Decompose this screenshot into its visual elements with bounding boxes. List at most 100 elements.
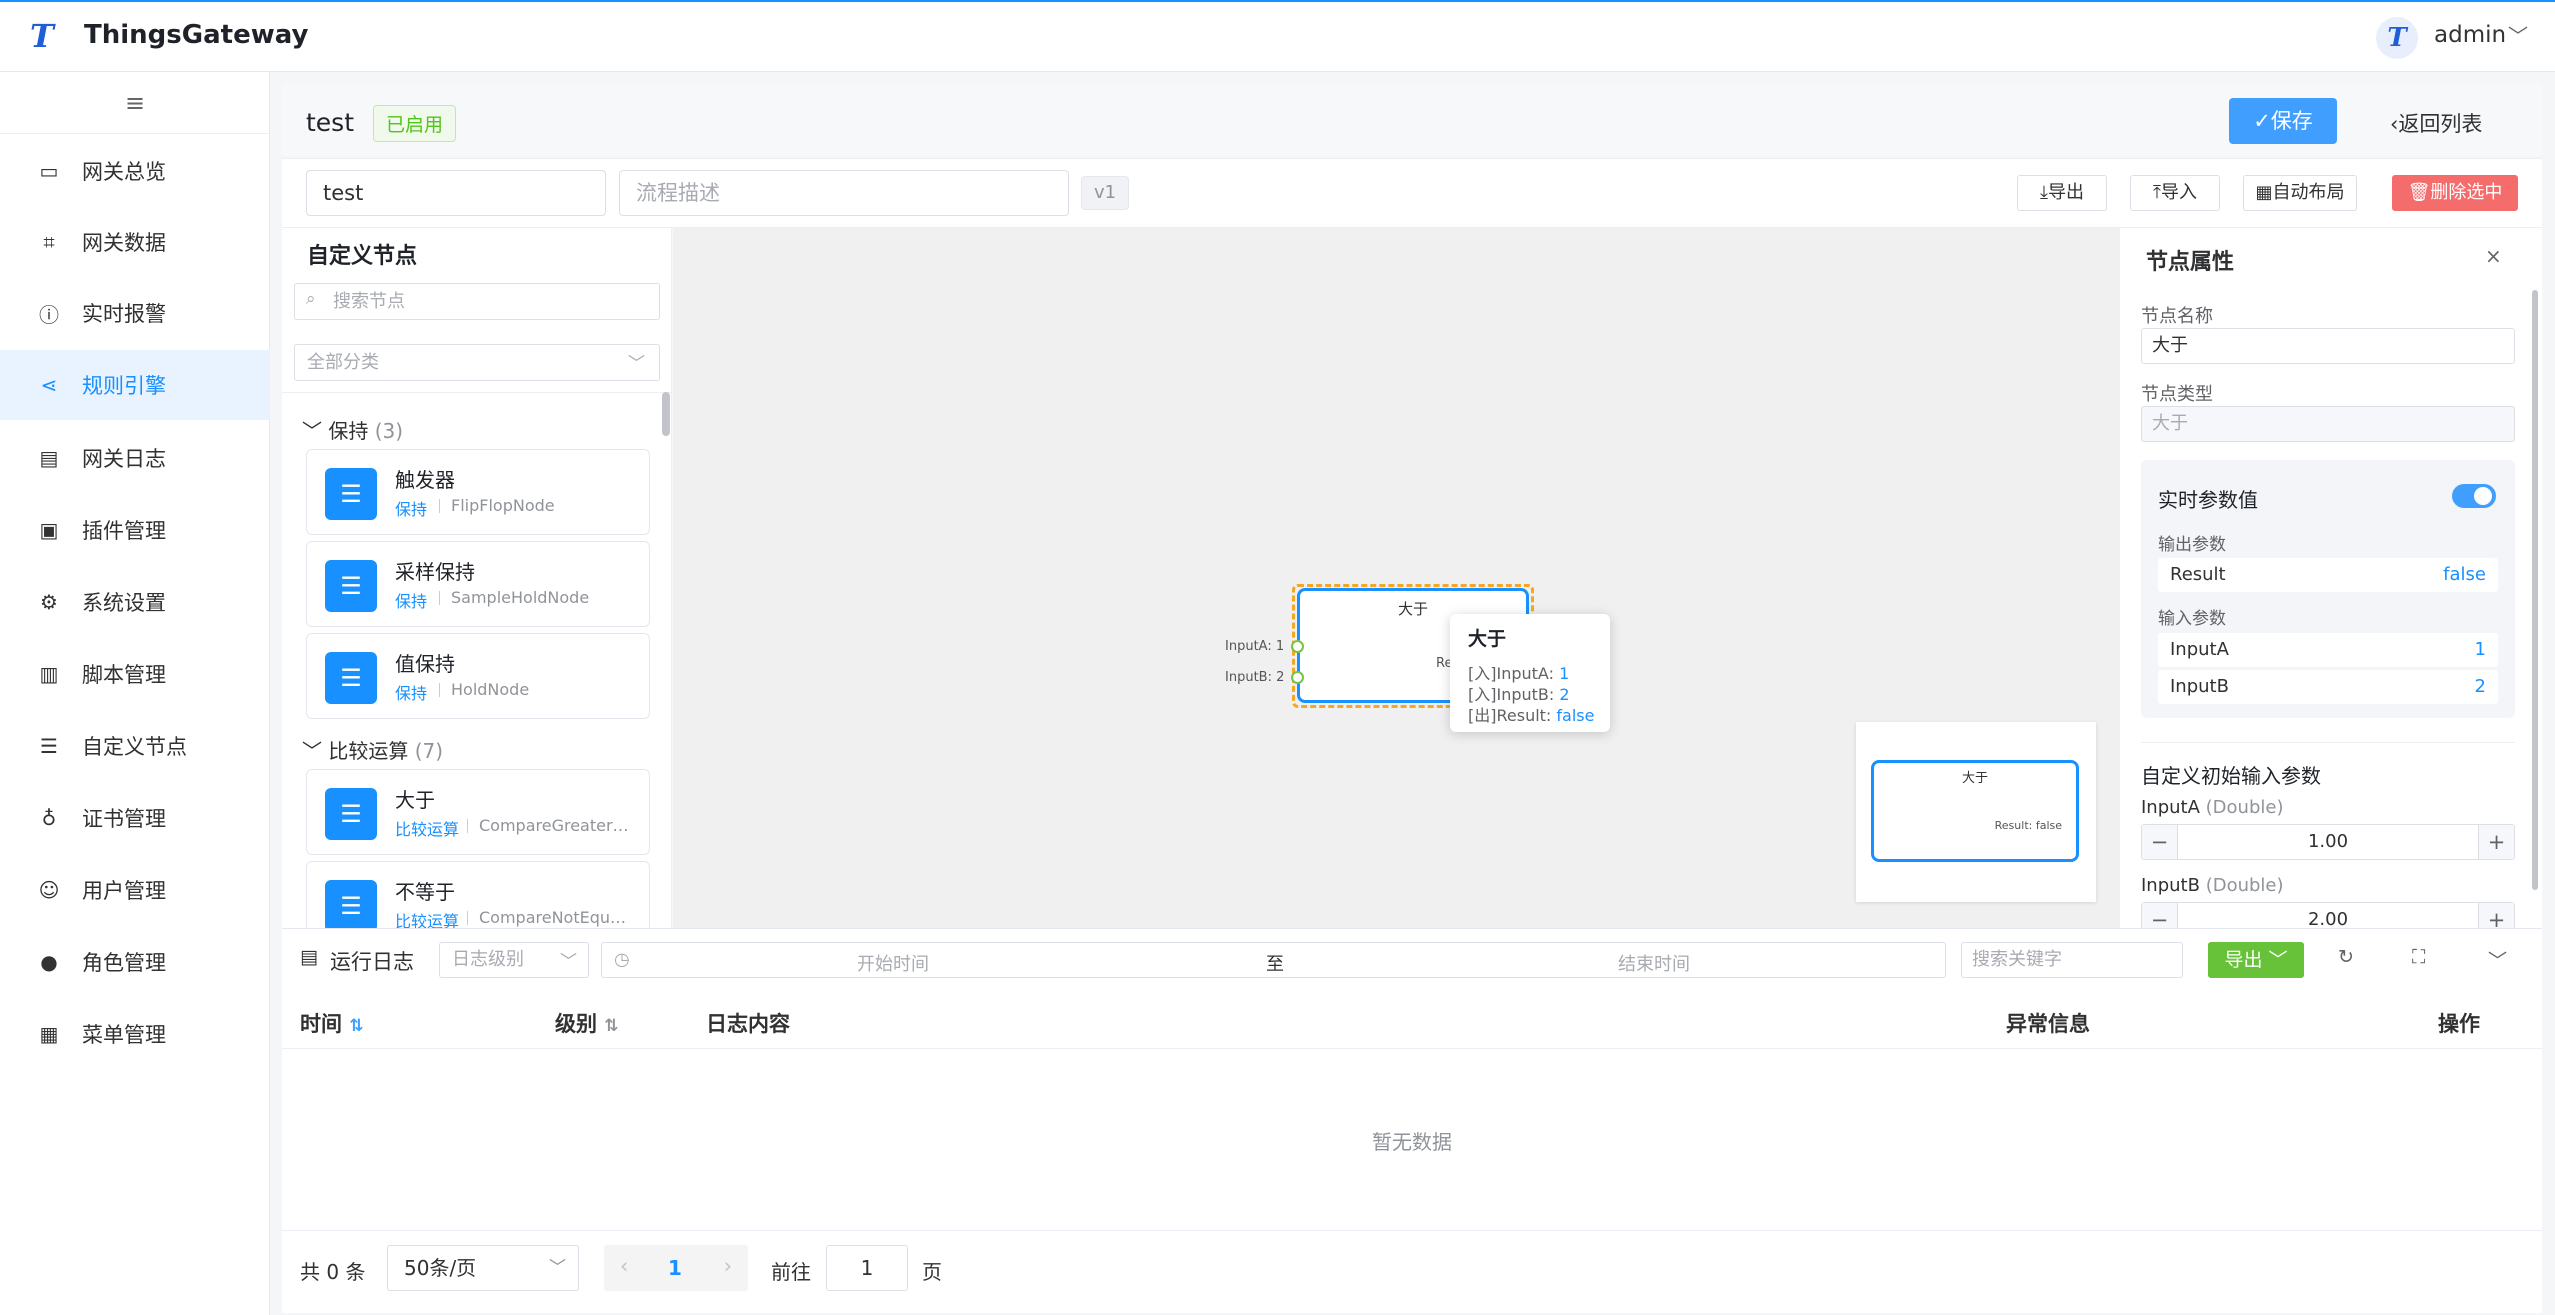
- divider: [439, 683, 440, 697]
- start-time-input[interactable]: 开始时间: [857, 950, 929, 976]
- pager-goto-label: 前往: [771, 1260, 811, 1284]
- inputa-stepper[interactable]: −1.00 +: [2141, 824, 2515, 860]
- input-port-b[interactable]: [1291, 671, 1304, 684]
- document-icon: ▤: [39, 446, 59, 470]
- close-icon[interactable]: ×: [2485, 244, 2502, 268]
- sidebar-item-overview[interactable]: ▭ 网关总览: [0, 136, 270, 206]
- alert-icon: ⓘ: [39, 302, 59, 327]
- scrollbar[interactable]: [662, 392, 670, 436]
- back-to-list-button[interactable]: ‹返回列表: [2390, 108, 2482, 138]
- import-flow-button[interactable]: ⤒导入: [2130, 175, 2220, 211]
- minus-icon[interactable]: −: [2142, 903, 2178, 928]
- sidebar-item-rules[interactable]: ⋖ 规则引擎: [0, 350, 270, 420]
- sidebar-item-label: 网关总览: [82, 160, 166, 184]
- sidebar-item-scripts[interactable]: ▥ 脚本管理: [0, 639, 270, 709]
- user-name[interactable]: admin: [2434, 22, 2506, 48]
- minimap-node-result: Result: false: [1994, 819, 2062, 832]
- sidebar-item-certs[interactable]: ♁ 证书管理: [0, 783, 270, 853]
- sidebar-item-settings[interactable]: ⚙ 系统设置: [0, 567, 270, 637]
- pager-page-suffix: 页: [922, 1260, 942, 1284]
- range-separator: 至: [1266, 954, 1284, 975]
- node-category: 保持: [395, 500, 428, 519]
- pager-current-page[interactable]: 1: [668, 1256, 682, 1280]
- param-name: InputA: [2141, 797, 2200, 818]
- gear-icon: ⚙: [40, 590, 58, 614]
- node-search-input[interactable]: 搜索节点: [294, 283, 660, 320]
- fullscreen-icon[interactable]: ⛶: [2412, 946, 2425, 968]
- minimap[interactable]: 大于 Result: false: [1856, 722, 2096, 902]
- group-name: 保持: [328, 419, 369, 443]
- chevron-down-icon: ﹀: [549, 1258, 566, 1278]
- page-title: test: [306, 108, 355, 137]
- sidebar-item-roles[interactable]: ● 角色管理: [0, 927, 270, 997]
- save-button[interactable]: ✓保存: [2229, 98, 2337, 144]
- column-header-level[interactable]: 级别 ⇅: [555, 1008, 619, 1038]
- node-name-input[interactable]: 大于: [2141, 328, 2515, 364]
- end-time-input[interactable]: 结束时间: [1618, 950, 1690, 976]
- node-card-hold[interactable]: ☰ 值保持 保持 HoldNode: [306, 633, 650, 719]
- sidebar-item-logs[interactable]: ▤ 网关日志: [0, 423, 270, 493]
- sliders-icon: ☰: [40, 734, 58, 758]
- date-range-picker[interactable]: ◷ 开始时间 至 结束时间: [601, 942, 1946, 978]
- sidebar-item-label: 规则引擎: [82, 374, 166, 398]
- stepper-value[interactable]: 1.00: [2178, 825, 2478, 859]
- plus-icon[interactable]: +: [2478, 825, 2514, 859]
- flow-name-input[interactable]: test: [306, 170, 606, 216]
- sliders-icon: ☰: [325, 788, 377, 840]
- chevron-right-icon[interactable]: ›: [724, 1254, 732, 1278]
- sidebar-item-users[interactable]: ☺ 用户管理: [0, 855, 270, 925]
- node-card-greater[interactable]: ☰ 大于 比较运算 CompareGreater…: [306, 769, 650, 855]
- stepper-value[interactable]: 2.00: [2178, 903, 2478, 928]
- avatar[interactable]: T: [2376, 17, 2418, 59]
- sidebar-item-menus[interactable]: ▦ 菜单管理: [0, 999, 270, 1069]
- node-card-notequal[interactable]: ☰ 不等于 比较运算 CompareNotEqu…: [306, 861, 650, 928]
- sidebar-item-data[interactable]: ⌗ 网关数据: [0, 207, 270, 277]
- chevron-down-icon[interactable]: ﹀: [2488, 946, 2507, 973]
- pager-goto-input[interactable]: 1: [826, 1245, 908, 1291]
- chevron-down-icon[interactable]: ﹀: [2508, 20, 2528, 49]
- export-flow-button[interactable]: ⤓导出: [2017, 175, 2107, 211]
- column-header-time[interactable]: 时间 ⇅: [300, 1008, 364, 1038]
- output-params-label: 输出参数: [2158, 535, 2226, 555]
- log-keyword-input[interactable]: 搜索关键字: [1961, 942, 2183, 978]
- menu-collapse-icon[interactable]: ≡: [0, 72, 270, 134]
- flow-description-input[interactable]: 流程描述: [619, 170, 1069, 216]
- export-log-button[interactable]: 导出 ﹀: [2208, 942, 2304, 978]
- sidebar-item-alarm[interactable]: ⓘ 实时报警: [0, 278, 270, 348]
- node-card-flipflop[interactable]: ☰ 触发器 保持 FlipFlopNode: [306, 449, 650, 535]
- node-class: SampleHoldNode: [451, 588, 590, 607]
- page-size-select[interactable]: 50条/页 ﹀: [387, 1245, 579, 1291]
- sidebar-item-custom-nodes[interactable]: ☰ 自定义节点: [0, 711, 270, 781]
- chevron-left-icon[interactable]: ‹: [620, 1254, 628, 1278]
- sidebar-item-label: 脚本管理: [82, 663, 166, 687]
- sliders-icon: ☰: [325, 468, 377, 520]
- inputb-stepper[interactable]: −2.00 +: [2141, 902, 2515, 928]
- group-count: (7): [414, 739, 444, 763]
- version-badge: v1: [1081, 176, 1129, 210]
- scrollbar[interactable]: [2532, 290, 2538, 890]
- delete-selected-button[interactable]: 🗑删除选中: [2392, 175, 2518, 211]
- param-key: Result: [2170, 564, 2226, 585]
- group-header-hold[interactable]: ﹀ 保持 (3): [302, 415, 403, 444]
- group-header-compare[interactable]: ﹀ 比较运算 (7): [302, 735, 443, 764]
- sort-icon[interactable]: ⇅: [604, 1016, 618, 1036]
- node-library-title: 自定义节点: [307, 244, 418, 269]
- search-icon: ⌕: [306, 289, 316, 309]
- download-icon: ⤓: [2040, 182, 2048, 203]
- sidebar-item-plugins[interactable]: ▣ 插件管理: [0, 495, 270, 565]
- sidebar-item-label: 菜单管理: [82, 1023, 166, 1047]
- param-key: InputA: [2170, 639, 2229, 660]
- monitor-icon: ▭: [39, 159, 59, 183]
- minus-icon[interactable]: −: [2142, 825, 2178, 859]
- sort-icon[interactable]: ⇅: [349, 1016, 363, 1036]
- divider: [467, 819, 468, 833]
- input-port-a[interactable]: [1291, 640, 1304, 653]
- column-label: 级别: [555, 1012, 597, 1036]
- sidebar-item-label: 系统设置: [82, 591, 166, 615]
- refresh-icon[interactable]: ↻: [2338, 946, 2354, 968]
- category-select[interactable]: 全部分类: [294, 344, 660, 381]
- param-value: 2: [2474, 676, 2486, 697]
- plus-icon[interactable]: +: [2478, 903, 2514, 928]
- node-card-samplehold[interactable]: ☰ 采样保持 保持 SampleHoldNode: [306, 541, 650, 627]
- auto-layout-button[interactable]: ▦自动布局: [2243, 175, 2357, 211]
